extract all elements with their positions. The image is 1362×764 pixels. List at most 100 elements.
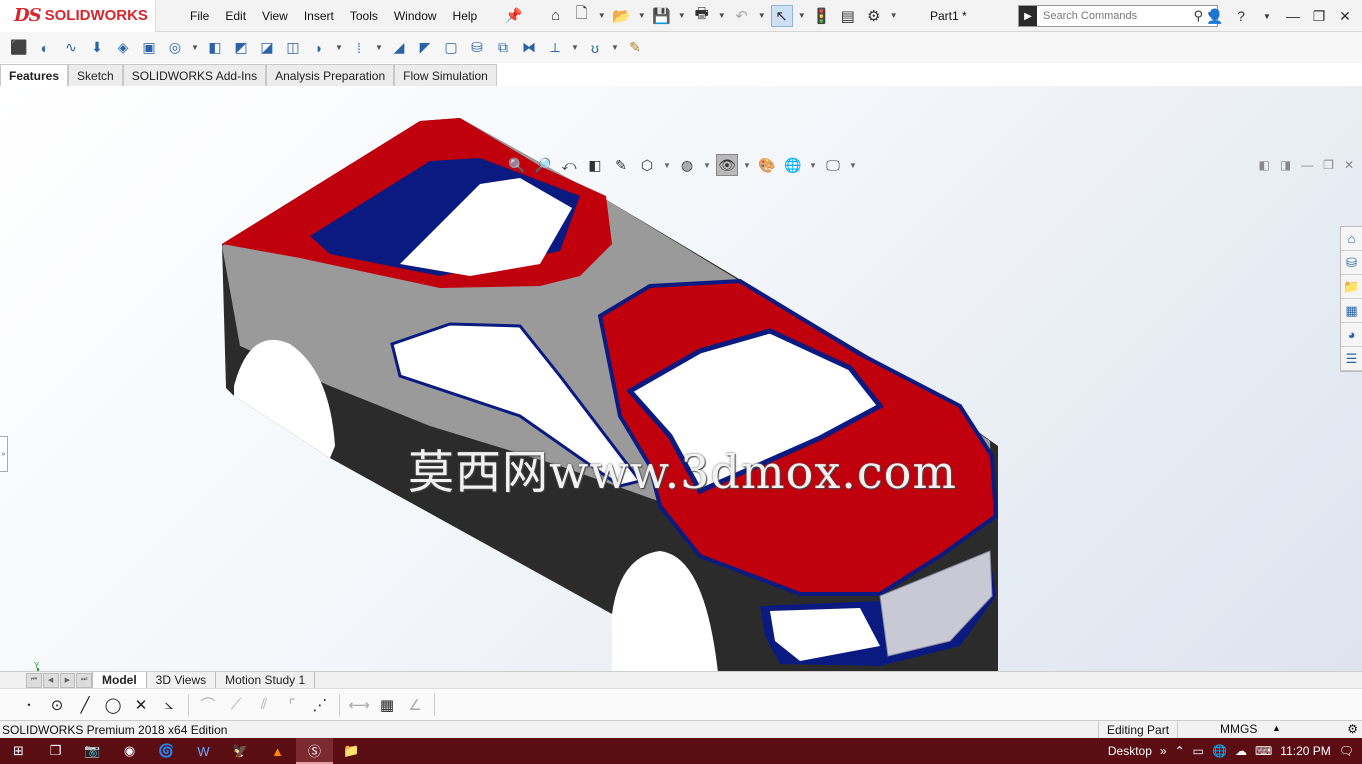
- first-tab-icon[interactable]: ⏮: [26, 672, 42, 688]
- tab-features[interactable]: Features: [0, 64, 69, 86]
- wrap-icon[interactable]: ⛁: [466, 37, 488, 59]
- chevron-down-icon[interactable]: ▼: [717, 5, 727, 27]
- chrome-icon[interactable]: ◉: [111, 738, 148, 764]
- rebuild-icon[interactable]: 🚦: [811, 5, 833, 27]
- feature-manager-toggle-icon[interactable]: »: [0, 436, 8, 472]
- apply-scene-icon[interactable]: 🌐: [782, 154, 804, 176]
- rib-icon[interactable]: ◢: [388, 37, 410, 59]
- swept-boss-icon[interactable]: ∿: [60, 37, 82, 59]
- chevron-down-icon[interactable]: ▼: [808, 154, 818, 176]
- view-settings-icon[interactable]: 🖵: [822, 154, 844, 176]
- chevron-down-icon[interactable]: ▼: [610, 37, 620, 59]
- chevron-down-icon[interactable]: ▼: [190, 37, 200, 59]
- angle-icon[interactable]: ∠: [404, 694, 426, 716]
- graphics-area[interactable]: 莫西网www.3dmox.com 🔍 🔎 ⤺ ◧ ✎ ⬡ ▼ ◍ ▼ 👁 ▼ 🎨…: [0, 86, 1362, 671]
- file-explorer-icon[interactable]: 📁: [1341, 275, 1362, 299]
- appearances-icon[interactable]: ◕: [1341, 323, 1362, 347]
- minimize-icon[interactable]: —: [1282, 8, 1304, 24]
- chevron-down-icon[interactable]: ▼: [570, 37, 580, 59]
- solidworks-resources-icon[interactable]: ⌂: [1341, 227, 1362, 251]
- previous-tab-icon[interactable]: ◀: [42, 672, 59, 688]
- notification-overflow-icon[interactable]: ⌃: [1175, 744, 1185, 758]
- smart-line-icon[interactable]: ⦣: [158, 694, 180, 716]
- boundary-cut-icon[interactable]: ◫: [282, 37, 304, 59]
- help-icon[interactable]: ?: [1230, 8, 1252, 24]
- chevron-up-icon[interactable]: ▲: [1272, 723, 1281, 733]
- tab-analysis-preparation[interactable]: Analysis Preparation: [266, 64, 395, 86]
- keyboard-icon[interactable]: ⌨: [1255, 744, 1272, 758]
- menu-file[interactable]: File: [182, 9, 217, 23]
- pin-menu-icon[interactable]: 📌: [505, 7, 522, 24]
- chevron-down-icon[interactable]: ▼: [677, 5, 687, 27]
- reference-geometry-icon[interactable]: ⟂: [544, 37, 566, 59]
- menu-view[interactable]: View: [254, 9, 296, 23]
- mirror-icon[interactable]: ⧓: [518, 37, 540, 59]
- linear-pattern-icon[interactable]: ⁞: [348, 37, 370, 59]
- extruded-cut-icon[interactable]: ▣: [138, 37, 160, 59]
- polygon-icon[interactable]: ◯: [102, 694, 124, 716]
- home-icon[interactable]: ⌂: [545, 5, 567, 27]
- edit-appearance-icon[interactable]: 🎨: [756, 154, 778, 176]
- edge-icon[interactable]: 🌀: [148, 738, 185, 764]
- chevron-down-icon[interactable]: ▼: [374, 37, 384, 59]
- save-icon[interactable]: 💾: [651, 5, 673, 27]
- close-icon[interactable]: ✕: [1344, 158, 1354, 172]
- trim-icon[interactable]: ✕: [130, 694, 152, 716]
- task-view-icon[interactable]: ❐: [37, 738, 74, 764]
- dimension-icon[interactable]: ⟷: [348, 694, 370, 716]
- desktop-toolbar-label[interactable]: Desktop: [1108, 744, 1152, 758]
- hide-show-icon[interactable]: 👁: [716, 154, 738, 176]
- tab-3d-views[interactable]: 3D Views: [145, 671, 215, 689]
- file-properties-icon[interactable]: ▤: [837, 5, 859, 27]
- intersect-icon[interactable]: ⧉: [492, 37, 514, 59]
- close-icon[interactable]: ✕: [1334, 8, 1356, 25]
- tile-left-icon[interactable]: ◧: [1258, 158, 1269, 172]
- new-document-icon[interactable]: 🗋: [571, 5, 593, 27]
- minimize-icon[interactable]: —: [1301, 158, 1313, 172]
- print-icon[interactable]: 🖶: [691, 5, 713, 27]
- corner-rectangle-icon[interactable]: ⌜: [281, 694, 303, 716]
- section-view-icon[interactable]: ◧: [584, 154, 606, 176]
- previous-view-icon[interactable]: ⤺: [558, 154, 580, 176]
- clock[interactable]: 11:20 PM: [1280, 744, 1330, 758]
- restore-icon[interactable]: ❐: [1308, 8, 1330, 25]
- chevron-down-icon[interactable]: ▼: [334, 37, 344, 59]
- fillet-sketch-icon[interactable]: ⌒: [197, 694, 219, 716]
- rebuild-status-icon[interactable]: ⚙: [1347, 722, 1358, 736]
- menu-insert[interactable]: Insert: [296, 9, 342, 23]
- undo-icon[interactable]: ↶: [731, 5, 753, 27]
- restore-icon[interactable]: ❐: [1323, 158, 1334, 172]
- tile-right-icon[interactable]: ◨: [1280, 158, 1291, 172]
- design-library-icon[interactable]: ⛁: [1341, 251, 1362, 275]
- last-tab-icon[interactable]: ⏭: [76, 672, 92, 688]
- menu-help[interactable]: Help: [445, 9, 486, 23]
- line-icon[interactable]: ╱: [74, 694, 96, 716]
- view-orientation-icon[interactable]: ⬡: [636, 154, 658, 176]
- chevron-down-icon[interactable]: ▼: [637, 5, 647, 27]
- options-icon[interactable]: ⚙: [863, 5, 885, 27]
- menu-tools[interactable]: Tools: [342, 9, 386, 23]
- chevron-down-icon[interactable]: ▼: [742, 154, 752, 176]
- open-icon[interactable]: 📂: [611, 5, 633, 27]
- point-icon[interactable]: •: [18, 694, 40, 716]
- zoom-to-fit-icon[interactable]: 🔍: [506, 154, 528, 176]
- select-icon[interactable]: ↖: [770, 4, 793, 27]
- extruded-boss-icon[interactable]: ⬛: [8, 37, 30, 59]
- solidworks-logo[interactable]: DS SOLIDWORKS: [0, 0, 156, 32]
- menu-window[interactable]: Window: [386, 9, 445, 23]
- unit-system-selector[interactable]: MMGS: [1220, 722, 1257, 736]
- chevron-down-icon[interactable]: ▼: [662, 154, 672, 176]
- boundary-boss-icon[interactable]: ◈: [112, 37, 134, 59]
- offset-icon[interactable]: ⫽: [253, 694, 275, 716]
- solidworks-2018-icon[interactable]: Ⓢ: [296, 738, 333, 764]
- chevron-down-icon[interactable]: ▼: [702, 154, 712, 176]
- tab-motion-study[interactable]: Motion Study 1: [215, 671, 316, 689]
- explorer-app-icon[interactable]: 🦅: [222, 738, 259, 764]
- user-icon[interactable]: 👤: [1204, 8, 1226, 25]
- network-icon[interactable]: 🌐: [1212, 744, 1227, 758]
- action-center-icon[interactable]: 🗨: [1339, 744, 1354, 758]
- chevron-down-icon[interactable]: ▼: [848, 154, 858, 176]
- view-palette-icon[interactable]: ▦: [1341, 299, 1362, 323]
- draft-icon[interactable]: ◤: [414, 37, 436, 59]
- next-tab-icon[interactable]: ▶: [59, 672, 76, 688]
